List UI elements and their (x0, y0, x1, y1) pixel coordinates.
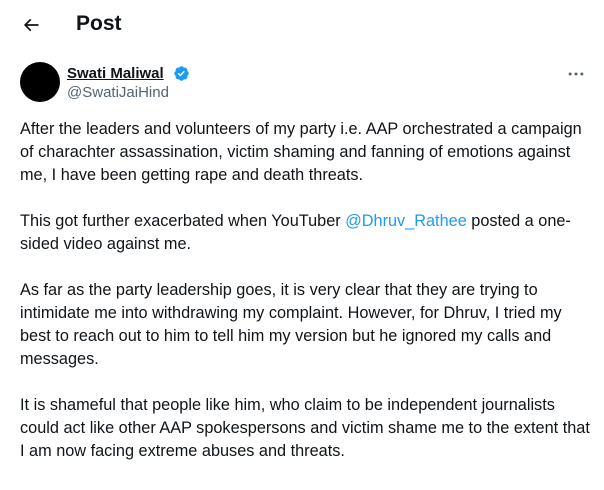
author-handle[interactable]: @SwatiJaiHind (67, 84, 169, 102)
tweet-paragraph: After the leaders and volunteers of my p… (20, 120, 582, 184)
page-title: Post (76, 12, 122, 35)
tweet-text-segment: This got further exacerbated when YouTub… (20, 212, 346, 230)
more-options-button[interactable] (563, 62, 589, 86)
author-name[interactable]: Swati Maliwal (67, 65, 164, 83)
avatar[interactable] (20, 62, 60, 102)
arrow-left-icon (23, 18, 39, 32)
back-button[interactable] (14, 8, 48, 42)
tweet-paragraph: This got further exacerbated when YouTub… (20, 210, 595, 256)
verified-badge-icon (174, 66, 189, 81)
more-dots-icon (568, 72, 584, 76)
post-header: Post (0, 0, 604, 50)
tweet-paragraph: It is shameful that people like him, who… (20, 396, 590, 460)
author-row: Swati Maliwal @SwatiJaiHind (20, 62, 590, 104)
mention-link[interactable]: @Dhruv_Rathee (345, 212, 467, 230)
tweet-paragraph: As far as the party leadership goes, it … (20, 281, 562, 368)
tweet-text: After the leaders and volunteers of my p… (20, 118, 595, 486)
